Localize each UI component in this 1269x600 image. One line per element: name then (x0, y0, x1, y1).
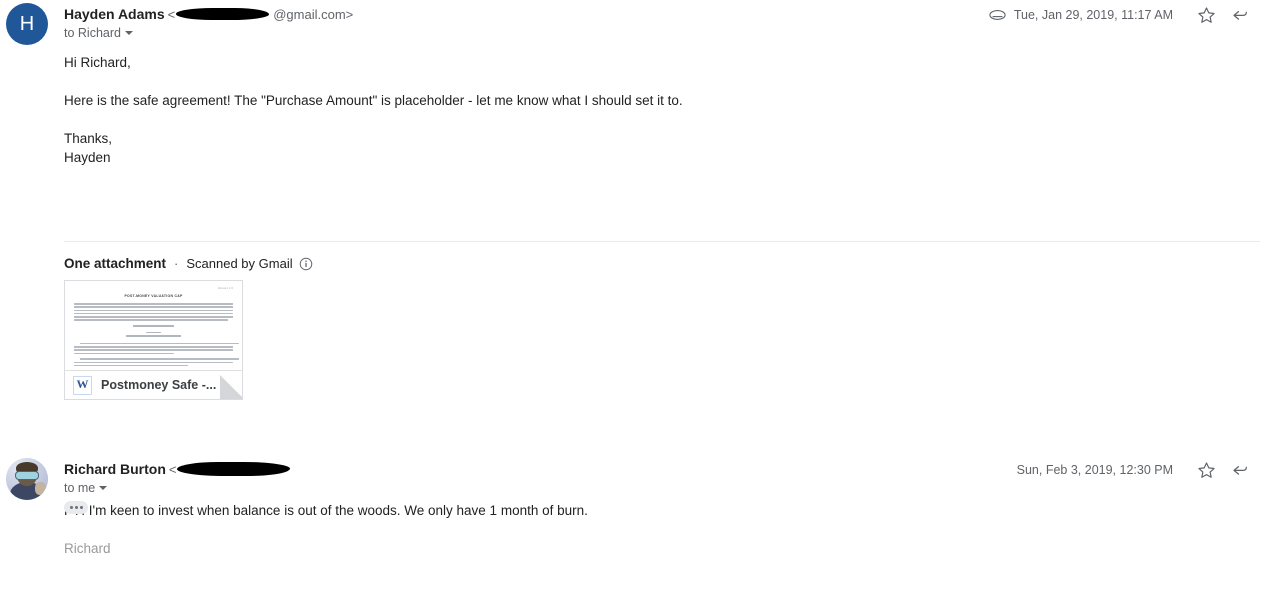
word-document-icon: W (73, 375, 92, 395)
sender-email-prefix: < (167, 7, 176, 22)
email-message-1: H Hayden Adams < @gmail.com> to Richard Tu… (0, 0, 1269, 165)
message-timestamp: Tue, Jan 29, 2019, 11:17 AM (1013, 8, 1173, 22)
show-trimmed-content-button[interactable] (64, 501, 88, 514)
redacted-email-address (176, 8, 270, 21)
star-icon[interactable] (1189, 2, 1223, 28)
attachment-card[interactable]: Version 1.0 POST-MONEY VALUATION CAP W P… (64, 280, 243, 400)
dot (74, 506, 78, 509)
attachment-header: One attachment · Scanned by Gmail (64, 254, 313, 274)
body-line: Thanks, (64, 131, 113, 146)
sender-email-prefix: < (168, 462, 177, 477)
avatar[interactable] (6, 458, 48, 500)
attachment-filename: Postmoney Safe -... (101, 378, 217, 392)
attachment-preview-thumbnail: Version 1.0 POST-MONEY VALUATION CAP (65, 281, 242, 369)
recipient-label: to Richard (64, 26, 121, 40)
sender-email-suffix: @gmail.com> (273, 7, 354, 22)
dot (69, 506, 73, 509)
attachment-card-footer: W Postmoney Safe -... (65, 370, 242, 399)
message-header-actions-1: Tue, Jan 29, 2019, 11:17 AM (989, 4, 1257, 26)
message-header-1: H Hayden Adams < @gmail.com> to Richard Tu… (0, 0, 1269, 46)
scanned-by-gmail-label: Scanned by Gmail (186, 256, 293, 271)
attachment-section: One attachment · Scanned by Gmail Versio… (64, 254, 313, 400)
recipient-details-toggle[interactable]: to me (64, 480, 108, 496)
attachment-divider (64, 241, 1260, 242)
sender-name: Richard Burton (64, 461, 166, 477)
body-line: Here is the safe agreement! The "Purchas… (64, 93, 683, 108)
avatar[interactable]: H (6, 3, 48, 45)
chevron-down-icon (124, 30, 133, 35)
preview-page-number: Version 1.0 (217, 287, 233, 290)
dot (79, 506, 83, 509)
paperclip-icon (989, 8, 1006, 22)
redacted-email-address (177, 462, 291, 477)
sender-line: Hayden Adams < @gmail.com> (64, 5, 353, 24)
message-header-actions-2: Sun, Feb 3, 2019, 12:30 PM (1017, 459, 1257, 481)
preview-paragraph (74, 303, 233, 321)
preview-title: POST-MONEY VALUATION CAP (124, 294, 183, 298)
preview-paragraph (74, 358, 240, 367)
reply-icon[interactable] (1223, 457, 1257, 483)
signature-line: Richard (64, 541, 111, 556)
body-line: Hi Richard, (64, 55, 131, 70)
chevron-down-icon (99, 485, 108, 490)
message-header-2: Richard Burton < to me Sun, Feb 3, 2019, … (0, 455, 1269, 501)
recipient-label: to me (64, 481, 96, 495)
message-timestamp: Sun, Feb 3, 2019, 12:30 PM (1016, 463, 1173, 477)
email-message-2: Richard Burton < to me Sun, Feb 3, 2019, … (0, 455, 1269, 556)
avatar-photo-glasses (16, 472, 38, 479)
body-line: FYI I'm keen to invest when balance is o… (64, 503, 588, 518)
info-icon[interactable] (299, 257, 313, 271)
sender-line: Richard Burton < (64, 460, 294, 479)
body-line: Hayden (64, 150, 111, 165)
message-body-2: FYI I'm keen to invest when balance is o… (64, 501, 588, 558)
sender-name: Hayden Adams (64, 6, 165, 22)
attachment-separator: · (174, 256, 179, 271)
recipient-details-toggle[interactable]: to Richard (64, 25, 133, 41)
preview-paragraph (74, 342, 240, 355)
avatar-photo-hand (35, 482, 46, 495)
attachment-count-label: One attachment (64, 256, 167, 271)
message-body-1: Hi Richard, Here is the safe agreement! … (64, 53, 683, 167)
star-icon[interactable] (1189, 457, 1223, 483)
reply-icon[interactable] (1223, 2, 1257, 28)
